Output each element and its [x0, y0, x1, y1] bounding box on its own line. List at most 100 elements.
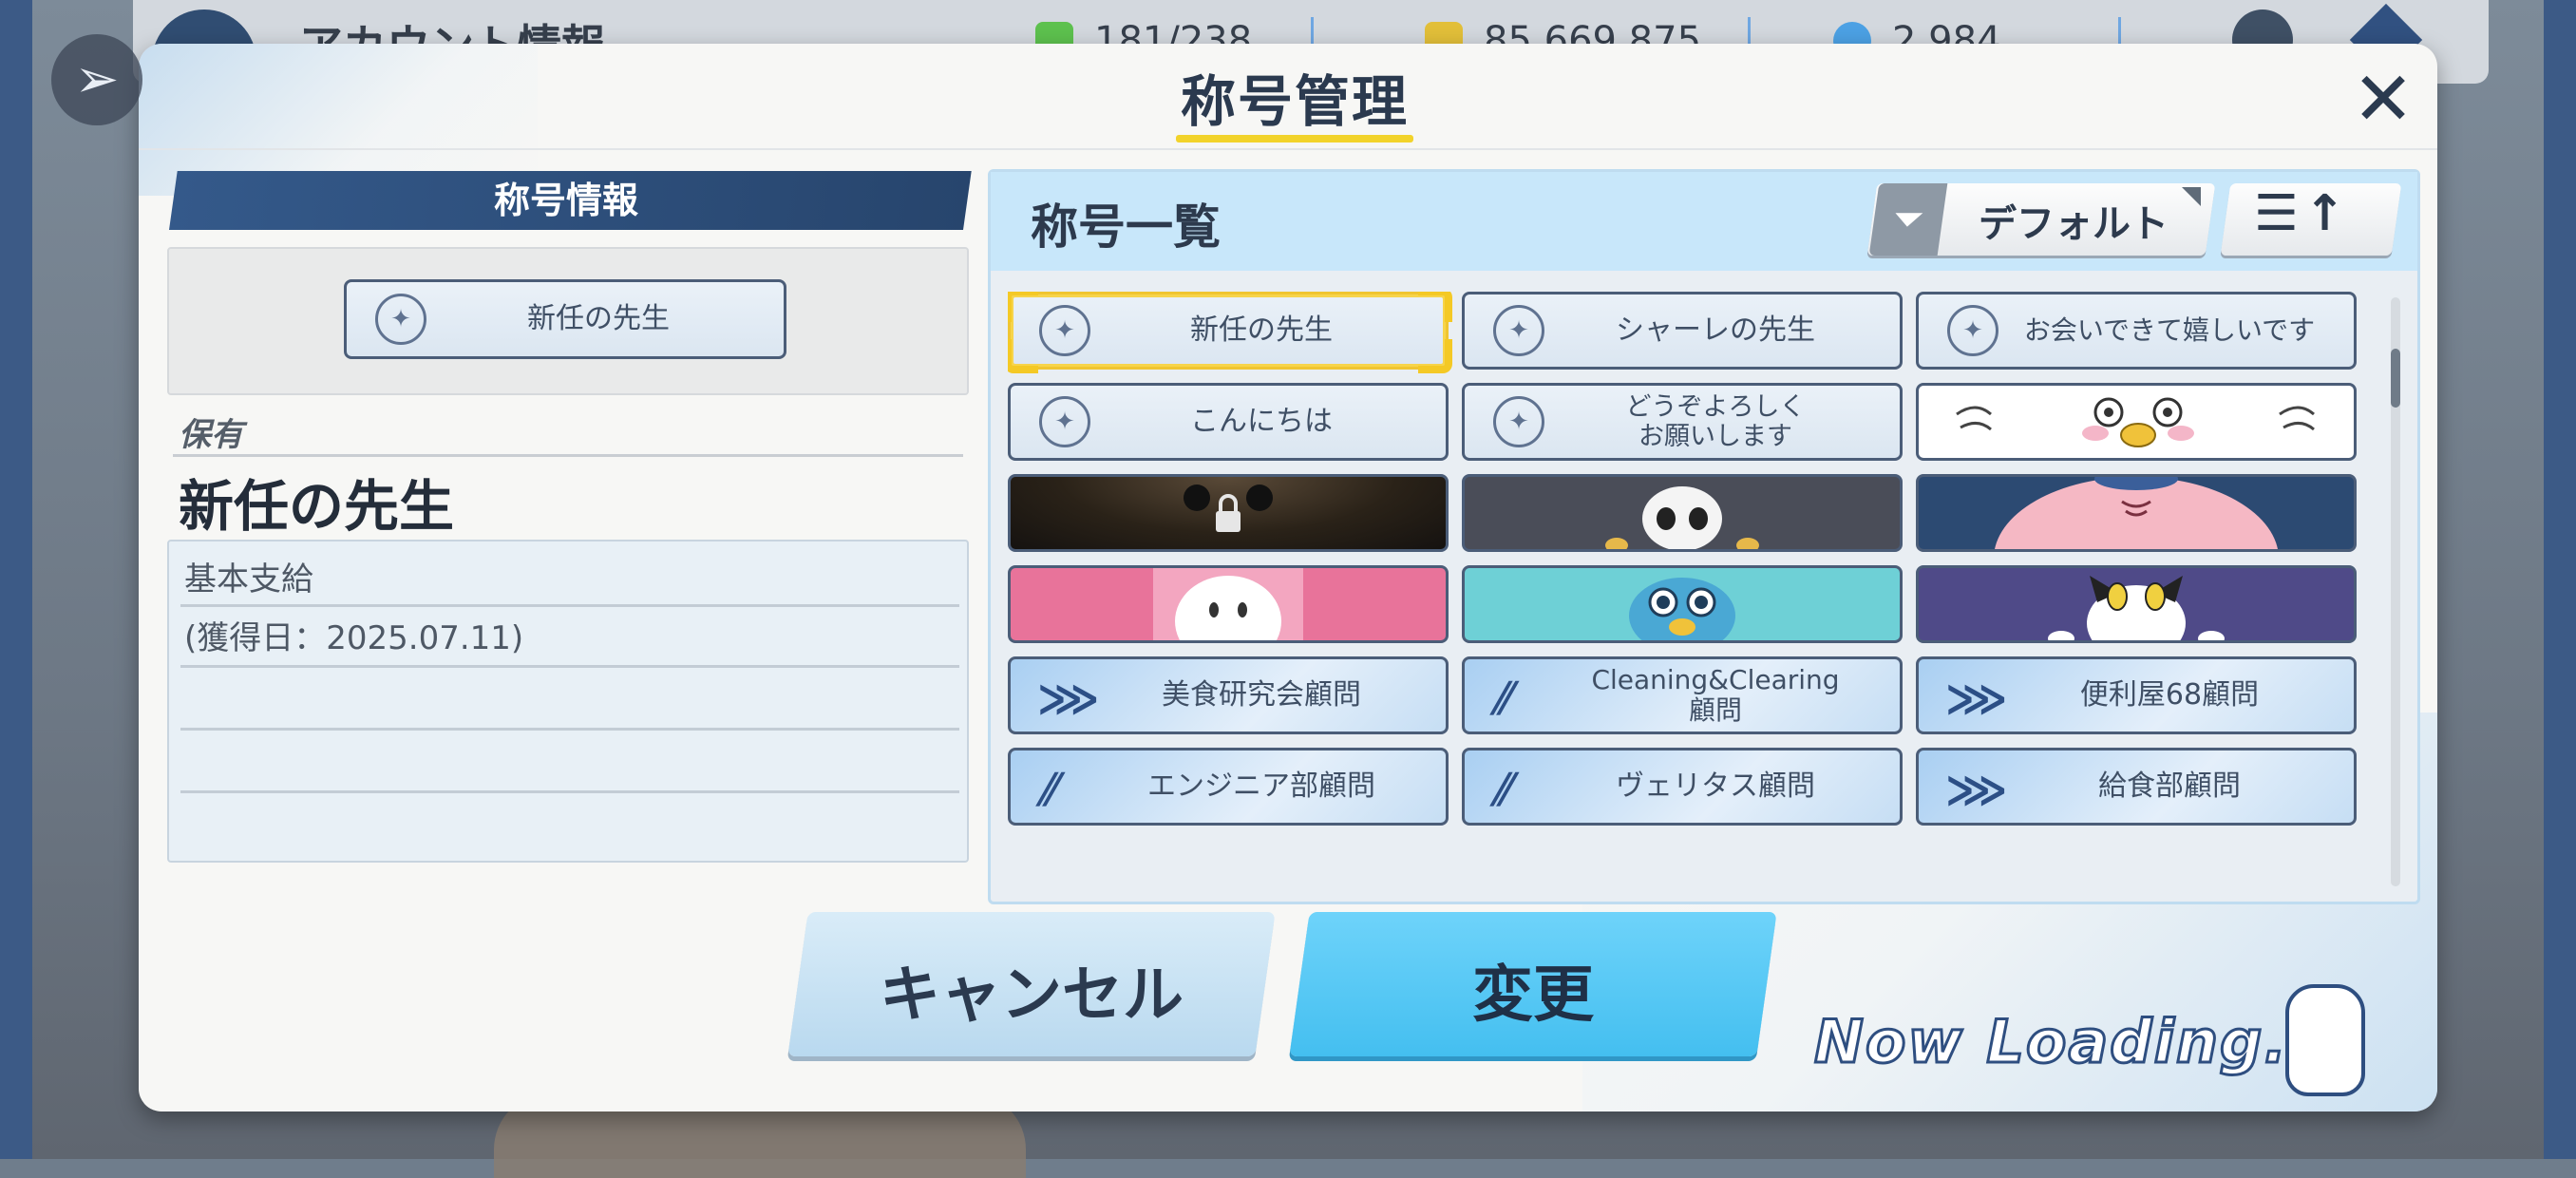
title-item[interactable]: ⫽ ヴェリタス顧問: [1462, 748, 1903, 826]
locked-illustration: [1184, 484, 1273, 532]
title-item[interactable]: ✦ お会いできて嬉しいです: [1916, 292, 2357, 370]
current-title-preview: ✦ 新任の先生: [167, 247, 969, 395]
owned-label: 保有: [179, 416, 243, 454]
filter-label: デフォルト: [1979, 202, 2169, 246]
title-plate[interactable]: ⫽ Cleaning&Clearing 顧問: [1462, 656, 1903, 734]
title-label: 便利屋68顧問: [2079, 677, 2260, 712]
teal-bird-title-picture[interactable]: [1462, 565, 1903, 643]
title-plate[interactable]: ✦ どうぞよろしく お願いします: [1462, 383, 1903, 461]
compass-icon: ✦: [1039, 396, 1090, 447]
share-icon[interactable]: ➢: [51, 34, 142, 125]
description-line: [180, 728, 959, 731]
title-description-box: 基本支給 (獲得日：2025.07.11): [167, 540, 969, 863]
pink-bird-illustration: [1995, 477, 2278, 549]
owned-divider: [173, 454, 963, 457]
title-label: 美食研究会顧問: [1162, 677, 1361, 712]
description-line: [180, 665, 959, 668]
title-item[interactable]: [1462, 565, 1903, 643]
title-underline: [1176, 135, 1413, 142]
title-item[interactable]: [1916, 474, 2357, 552]
title-plate[interactable]: ✦ シャーレの先生: [1462, 292, 1903, 370]
title-item[interactable]: ✦ 新任の先生: [1008, 292, 1452, 373]
title-source: 基本支給: [184, 560, 313, 598]
selection-corner: [1418, 339, 1452, 373]
millennium-emblem-icon: ⫽: [1491, 764, 1511, 815]
title-item[interactable]: [1008, 474, 1449, 552]
millennium-emblem-icon: ⫽: [1037, 764, 1057, 815]
title-list-panel: 称号一覧 ⏷ デフォルト ☰↑ ✦ 新任の先生 ✦ シャーレの先生 ✦ お会いで…: [988, 169, 2420, 904]
loading-mascot-icon: [2285, 984, 2365, 1096]
title-item[interactable]: [1916, 565, 2357, 643]
bird-face-title-picture[interactable]: [1916, 383, 2357, 461]
title-item[interactable]: ⋙ 給食部顧問: [1916, 748, 2357, 826]
title-plate[interactable]: ✦ お会いできて嬉しいです: [1916, 292, 2357, 370]
title-plate[interactable]: ⋙ 美食研究会顧問: [1008, 656, 1449, 734]
cat-illustration: [2048, 576, 2225, 640]
title-item[interactable]: ✦ どうぞよろしく お願いします: [1462, 383, 1903, 461]
compass-icon: ✦: [375, 294, 426, 345]
funnel-icon: ⏷: [1868, 183, 1948, 256]
current-title-label: 新任の先生: [527, 301, 670, 335]
compass-icon: ✦: [1493, 305, 1544, 356]
title-item[interactable]: ⋙ 便利屋68顧問: [1916, 656, 2357, 734]
current-title-plate: ✦ 新任の先生: [344, 279, 786, 359]
cancel-button-label: キャンセル: [880, 960, 1184, 1031]
title-item[interactable]: [1008, 565, 1449, 643]
title-info-header: 称号情報: [493, 180, 638, 221]
selection-corner: [1008, 339, 1038, 373]
title-item[interactable]: ⫽ エンジニア部顧問: [1008, 748, 1449, 826]
cat-title-picture[interactable]: [1916, 565, 2357, 643]
gehenna-emblem-icon: ⋙: [1037, 673, 1100, 724]
title-label: Cleaning&Clearing 顧問: [1591, 663, 1840, 726]
title-management-dialog: 称号管理 ✕ 称号情報 ✦ 新任の先生 保有 新任の先生 基本支給 (獲得日：2…: [139, 44, 2437, 1112]
title-label: 給食部顧問: [2098, 769, 2241, 803]
title-item[interactable]: ✦ シャーレの先生: [1462, 292, 1903, 370]
title-item[interactable]: [1462, 474, 1903, 552]
dialog-title: 称号管理: [1180, 69, 1409, 134]
title-plate[interactable]: ✦ こんにちは: [1008, 383, 1449, 461]
background-left-frame: [0, 0, 32, 1159]
scrollbar-thumb[interactable]: [2391, 349, 2400, 408]
title-item[interactable]: ✦ こんにちは: [1008, 383, 1449, 461]
title-item[interactable]: ⫽ Cleaning&Clearing 顧問: [1462, 656, 1903, 734]
title-plate[interactable]: ✦ 新任の先生: [1008, 292, 1449, 370]
background-right-frame: [2544, 0, 2576, 1159]
skull-illustration: [1605, 486, 1759, 549]
compass-icon: ✦: [1493, 396, 1544, 447]
skull-title-picture[interactable]: [1462, 474, 1903, 552]
description-line: [180, 604, 959, 607]
title-plate[interactable]: ⫽ ヴェリタス顧問: [1462, 748, 1903, 826]
title-label: どうぞよろしく お願いします: [1625, 391, 1806, 451]
sort-ascending-icon: ☰↑: [2254, 185, 2352, 242]
description-line: [180, 790, 959, 793]
title-list-heading: 称号一覧: [1031, 200, 1221, 255]
title-label: シャーレの先生: [1616, 313, 1815, 347]
owned-title: 新任の先生: [179, 474, 455, 539]
title-label: お会いできて嬉しいです: [2023, 314, 2316, 346]
now-loading-text: Now Loading...: [1812, 1006, 2338, 1078]
title-label: 新任の先生: [1190, 313, 1333, 347]
title-grid: ✦ 新任の先生 ✦ シャーレの先生 ✦ お会いできて嬉しいです ✦ こんにちは …: [1008, 292, 2376, 896]
close-icon[interactable]: ✕: [2346, 63, 2420, 137]
title-list-header: 称号一覧 ⏷ デフォルト ☰↑: [991, 172, 2417, 271]
bunny-title-picture[interactable]: [1008, 565, 1449, 643]
acquired-date: (獲得日：2025.07.11): [184, 619, 524, 657]
title-plate[interactable]: ⋙ 便利屋68顧問: [1916, 656, 2357, 734]
millennium-emblem-icon: ⫽: [1491, 673, 1511, 724]
title-plate[interactable]: ⋙ 給食部顧問: [1916, 748, 2357, 826]
selection-corner: [1418, 292, 1452, 322]
title-item[interactable]: ⋙ 美食研究会顧問: [1008, 656, 1449, 734]
pink-bird-title-picture[interactable]: [1916, 474, 2357, 552]
gehenna-emblem-icon: ⋙: [1945, 764, 2008, 815]
title-item[interactable]: [1916, 383, 2357, 461]
header-divider: [139, 148, 2437, 150]
compass-icon: ✦: [1039, 305, 1090, 356]
bird-face-illustration: [1956, 397, 2315, 447]
title-label: こんにちは: [1190, 404, 1333, 438]
title-plate[interactable]: ⫽ エンジニア部顧問: [1008, 748, 1449, 826]
title-label: エンジニア部顧問: [1147, 769, 1375, 803]
bunny-illustration: [1153, 568, 1303, 640]
locked-title-picture[interactable]: [1008, 474, 1449, 552]
dropdown-corner-icon: [2182, 187, 2201, 206]
change-button-label: 変更: [1472, 960, 1594, 1031]
